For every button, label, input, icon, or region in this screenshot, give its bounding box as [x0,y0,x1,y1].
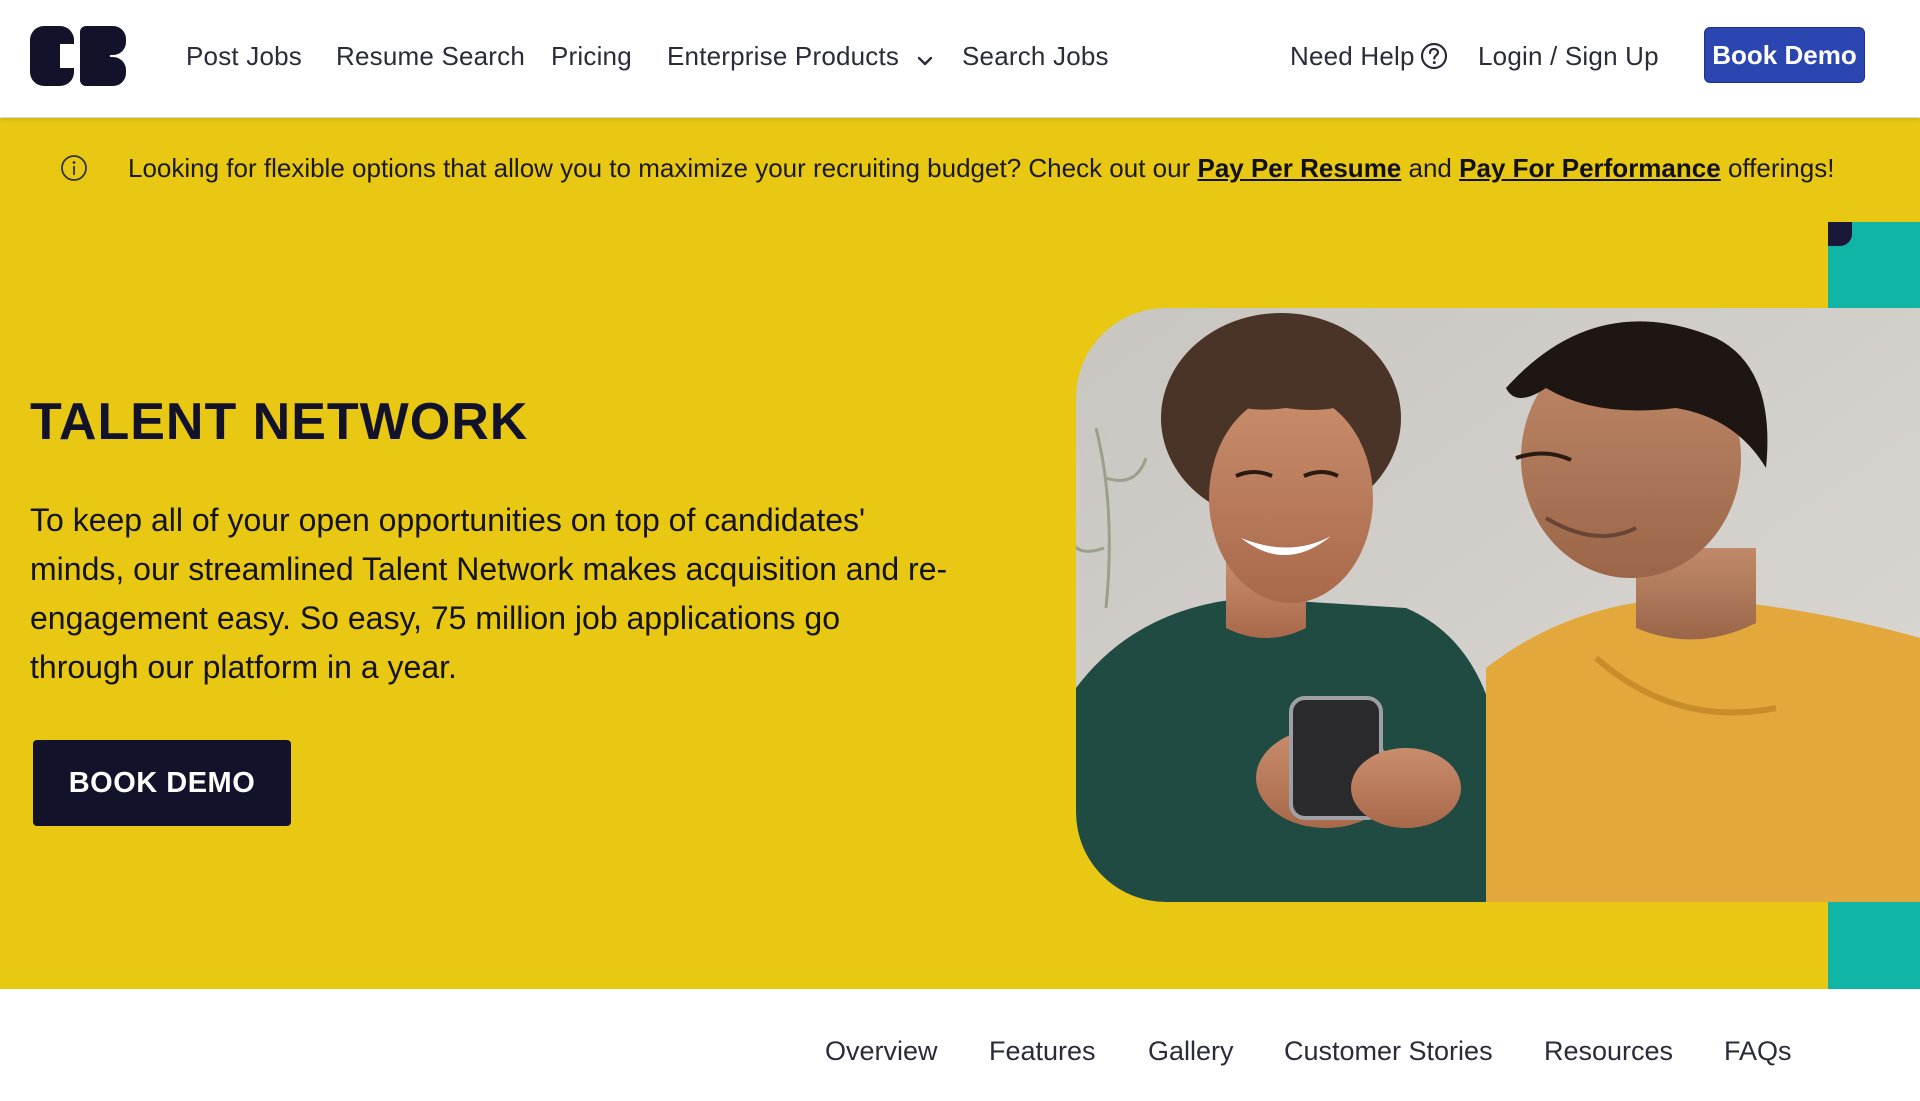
page-title: TALENT NETWORK [30,393,529,451]
banner-message: Looking for flexible options that allow … [128,151,1834,185]
tab-resources-label: Resources [1544,1036,1674,1066]
tab-customer-stories-label: Customer Stories [1284,1036,1493,1066]
banner-text-before: Looking for flexible options that allow … [128,153,1191,183]
tab-gallery-label: Gallery [1148,1036,1234,1066]
site-header: Post Jobs Resume Search Pricing Enterpri… [0,0,1920,118]
nav-resume-search-label: Resume Search [336,41,526,71]
hero-description: To keep all of your open opportunities o… [30,502,948,685]
login-signup-label: Login / Sign Up [1478,41,1659,71]
tab-faqs-label: FAQs [1724,1036,1792,1066]
tab-overview-label: Overview [825,1036,938,1066]
info-circle-icon [60,154,88,182]
nav-pricing-label: Pricing [551,41,632,71]
nav-enterprise-products-label: Enterprise Products [667,41,900,71]
tab-features[interactable]: Features [989,1033,1096,1069]
hero-image [1076,308,1920,902]
hero-photo-illustration [1076,308,1920,902]
promo-banner: Looking for flexible options that allow … [0,118,1920,222]
cb-logo-mark [30,26,126,86]
need-help-link[interactable]: Need Help [1290,38,1415,74]
nav-resume-search[interactable]: Resume Search [336,38,525,74]
nav-search-jobs[interactable]: Search Jobs [962,38,1109,74]
question-circle-icon[interactable] [1420,42,1448,70]
pay-for-performance-link[interactable]: Pay For Performance [1459,153,1721,183]
tab-features-label: Features [989,1036,1096,1066]
login-signup-link[interactable]: Login / Sign Up [1478,38,1659,74]
nav-search-jobs-label: Search Jobs [962,41,1109,71]
nav-pricing[interactable]: Pricing [551,38,632,74]
chevron-down-icon [917,40,933,76]
book-demo-button-label: Book Demo [1712,39,1857,70]
need-help-label: Need Help [1290,41,1415,71]
book-demo-button[interactable]: Book Demo [1704,27,1865,83]
decorative-corner [1828,222,1852,246]
hero-book-demo-button[interactable]: BOOK DEMO [33,740,291,826]
nav-enterprise-products[interactable]: Enterprise Products [667,38,933,74]
pay-per-resume-link[interactable]: Pay Per Resume [1197,153,1401,183]
banner-text-after: offerings! [1727,153,1835,183]
cb-logo[interactable] [30,26,126,86]
nav-post-jobs[interactable]: Post Jobs [186,38,302,74]
banner-text-mid: and [1408,153,1452,183]
section-tabs: Overview Features Gallery Customer Stori… [0,989,1920,1101]
hero-book-demo-label: BOOK DEMO [68,766,256,799]
tab-customer-stories[interactable]: Customer Stories [1284,1033,1493,1069]
tab-gallery[interactable]: Gallery [1148,1033,1234,1069]
tab-faqs[interactable]: FAQs [1724,1033,1792,1069]
tab-resources[interactable]: Resources [1544,1033,1673,1069]
nav-post-jobs-label: Post Jobs [186,41,302,71]
hero-section: TALENT NETWORK To keep all of your open … [0,222,1920,989]
tab-overview[interactable]: Overview [825,1033,938,1069]
